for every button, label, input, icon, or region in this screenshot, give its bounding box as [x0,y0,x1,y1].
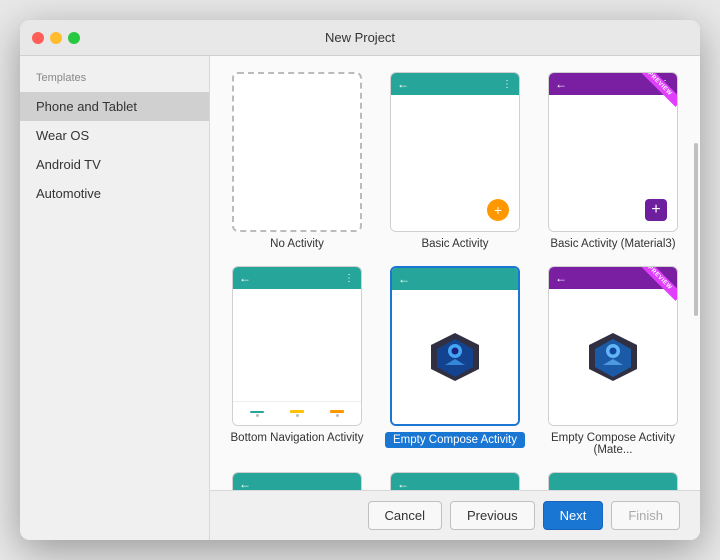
template-bottom-nav[interactable]: ← ⋮ [226,266,368,456]
no-activity-preview [232,72,362,232]
row3-header-3 [549,473,677,490]
phone-header: ← ⋮ [391,73,519,95]
compose-back-icon: ← [398,272,410,286]
compose-m3-badge-wrap: PREVIEW [641,267,677,303]
row3-back-1: ← [239,477,251,490]
template-row3-1[interactable]: ← [226,472,368,490]
previous-button[interactable]: Previous [450,501,535,530]
row3-preview-1: ← [232,472,362,490]
finish-button: Finish [611,501,680,530]
back-arrow-icon-m3: ← [555,77,567,91]
row3-preview-3: Interstitial Ad [548,472,678,490]
bottom-nav-preview: ← ⋮ [232,266,362,426]
fab-m3: + [645,199,667,221]
compose-m3-logo [587,331,639,383]
basic-activity-label: Basic Activity [421,238,488,250]
bottom-nav-menu-icon: ⋮ [344,273,355,284]
template-row3-2[interactable]: ← [384,472,526,490]
main-content: No Activity ← ⋮ + Basic Activity [210,56,700,540]
compose-phone-header: ← [392,268,518,290]
empty-compose-label: Empty Compose Activity [385,432,525,448]
main-window: New Project Templates Phone and Tablet W… [20,20,700,540]
bottom-nav-phone-header: ← ⋮ [233,267,361,289]
template-basic-activity-m3[interactable]: ← ⋮ + PREVIEW Basic Activity (Material3) [542,72,684,250]
phone-body: + [391,95,519,231]
traffic-lights [32,32,80,44]
nav-dot-2 [296,414,299,417]
compose-body [392,290,518,424]
basic-activity-m3-label: Basic Activity (Material3) [550,238,675,250]
window-title: New Project [325,30,395,45]
nav-indicator-3 [330,410,344,413]
compose-logo [429,331,481,383]
close-button[interactable] [32,32,44,44]
template-basic-activity[interactable]: ← ⋮ + Basic Activity [384,72,526,250]
back-arrow-icon: ← [397,77,409,91]
fab-button: + [487,199,509,221]
nav-indicator-1 [250,411,264,413]
nav-dot-1 [256,414,259,417]
minimize-button[interactable] [50,32,62,44]
sidebar-item-wear-os[interactable]: Wear OS [20,121,209,150]
basic-activity-preview: ← ⋮ + [390,72,520,232]
empty-compose-preview: ← [390,266,520,426]
compose-m3-body [549,289,677,425]
empty-compose-m3-label: Empty Compose Activity (Mate... [542,432,684,456]
row3-header-1: ← [233,473,361,490]
preview-badge-wrap: PREVIEW [641,73,677,109]
sidebar-item-phone-tablet[interactable]: Phone and Tablet [20,92,209,121]
bottom-nav-label: Bottom Navigation Activity [231,432,364,444]
content-area: Templates Phone and Tablet Wear OS Andro… [20,56,700,540]
template-row3-3[interactable]: Interstitial Ad [542,472,684,490]
phone-body-m3: + [549,95,677,231]
empty-compose-m3-preview: ← PREVIEW [548,266,678,426]
nav-item-2 [290,410,304,417]
nav-indicator-2 [290,410,304,413]
maximize-button[interactable] [68,32,80,44]
nav-dot-3 [336,414,339,417]
template-no-activity[interactable]: No Activity [226,72,368,250]
menu-dots-icon: ⋮ [502,79,513,90]
bottom-nav-body [233,289,361,401]
templates-grid: No Activity ← ⋮ + Basic Activity [210,56,700,490]
nav-item-3 [330,410,344,417]
footer: Cancel Previous Next Finish [210,490,700,540]
row3-back-2: ← [397,477,409,490]
sidebar-item-android-tv[interactable]: Android TV [20,150,209,179]
titlebar: New Project [20,20,700,56]
row3-preview-2: ← [390,472,520,490]
template-empty-compose-m3[interactable]: ← PREVIEW [542,266,684,456]
nav-item-1 [250,411,264,417]
sidebar-section-label: Templates [20,72,209,92]
compose-m3-back-icon: ← [555,271,567,285]
basic-activity-m3-preview: ← ⋮ + PREVIEW [548,72,678,232]
row3-header-2: ← [391,473,519,490]
scroll-indicator[interactable] [694,143,698,317]
sidebar: Templates Phone and Tablet Wear OS Andro… [20,56,210,540]
next-button[interactable]: Next [543,501,604,530]
template-empty-compose[interactable]: ← Empty Co [384,266,526,456]
preview-badge: PREVIEW [641,73,677,107]
sidebar-item-automotive[interactable]: Automotive [20,179,209,208]
no-activity-label: No Activity [270,238,324,250]
bottom-nav-back-icon: ← [239,271,251,285]
compose-m3-badge: PREVIEW [641,267,677,301]
cancel-button[interactable]: Cancel [368,501,442,530]
bottom-nav-bar [233,401,361,425]
